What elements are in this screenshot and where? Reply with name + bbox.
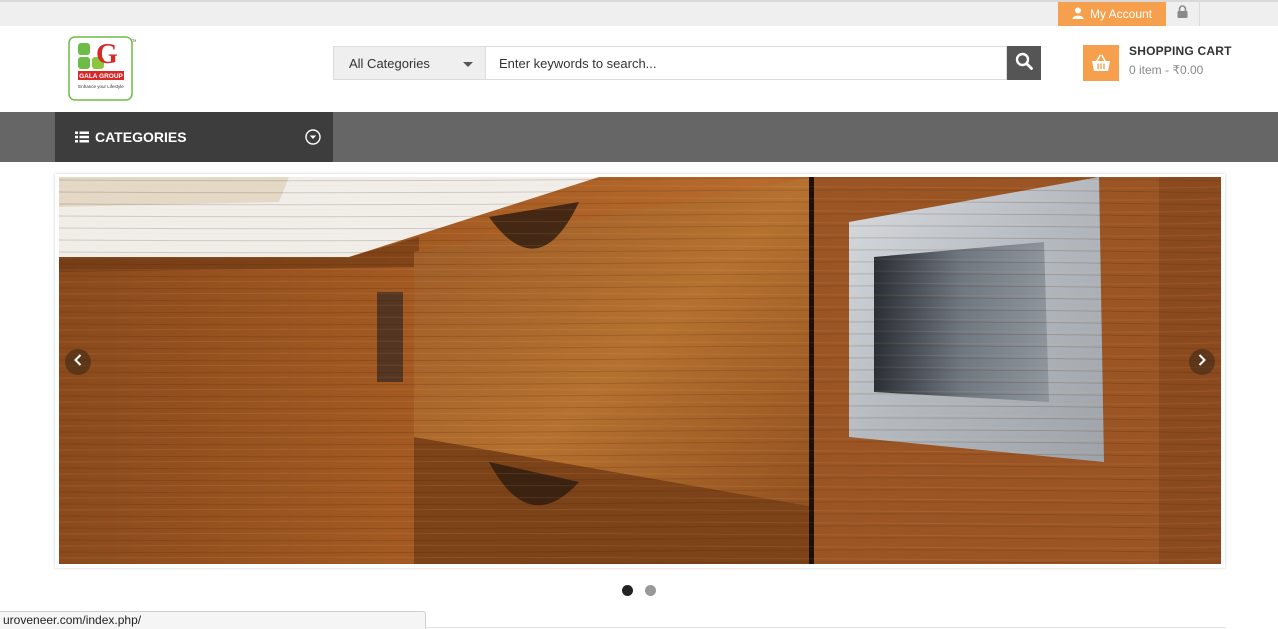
chevron-right-icon bbox=[1197, 353, 1207, 371]
user-icon bbox=[1072, 7, 1084, 22]
divider bbox=[426, 627, 1226, 628]
my-account-button[interactable]: My Account bbox=[1058, 2, 1166, 26]
hero-slider bbox=[55, 174, 1225, 568]
cart-text: SHOPPING CART 0 item - ₹0.00 bbox=[1129, 44, 1232, 85]
cart-title: SHOPPING CART bbox=[1129, 44, 1232, 58]
svg-text:TM: TM bbox=[132, 38, 136, 43]
slide-image-wood-drawers[interactable] bbox=[59, 177, 1221, 564]
cart-summary: 0 item - ₹0.00 bbox=[1129, 63, 1204, 77]
browser-status-url: uroveneer.com/index.php/ bbox=[0, 611, 426, 629]
logo-brand-text: GALA GROUP bbox=[79, 73, 123, 80]
shopping-cart[interactable]: SHOPPING CART 0 item - ₹0.00 bbox=[1083, 44, 1232, 85]
list-icon bbox=[75, 131, 89, 143]
svg-text:Enhance your Lifestyle: Enhance your Lifestyle bbox=[78, 84, 124, 89]
slider-dot-2[interactable] bbox=[645, 585, 656, 596]
slider-next-button[interactable] bbox=[1189, 349, 1215, 375]
slider-pagination bbox=[622, 585, 656, 596]
search-input[interactable] bbox=[485, 46, 1007, 80]
categories-label: CATEGORIES bbox=[95, 129, 187, 145]
top-bar: My Account bbox=[0, 0, 1278, 26]
site-header: G GALA GROUP Enhance your Lifestyle TM A… bbox=[0, 26, 1278, 112]
category-select-value: All Categories bbox=[349, 55, 430, 71]
site-logo[interactable]: G GALA GROUP Enhance your Lifestyle TM bbox=[68, 36, 138, 102]
search-bar: All Categories bbox=[333, 46, 1041, 80]
basket-icon bbox=[1083, 45, 1119, 81]
lock-button[interactable] bbox=[1166, 2, 1200, 26]
my-account-label: My Account bbox=[1089, 7, 1153, 21]
search-icon bbox=[1015, 52, 1033, 75]
lock-icon bbox=[1177, 5, 1188, 23]
category-select[interactable]: All Categories bbox=[333, 46, 485, 80]
main-nav: CATEGORIES bbox=[0, 112, 1278, 162]
slider-dot-1[interactable] bbox=[622, 585, 633, 596]
svg-text:G: G bbox=[96, 39, 118, 70]
search-button[interactable] bbox=[1007, 46, 1041, 80]
categories-menu-button[interactable]: CATEGORIES bbox=[55, 112, 333, 162]
slider-prev-button[interactable] bbox=[65, 349, 91, 375]
chevron-left-icon bbox=[73, 353, 83, 371]
chevron-circle-down-icon[interactable] bbox=[305, 129, 321, 145]
caret-down-icon bbox=[463, 62, 473, 67]
